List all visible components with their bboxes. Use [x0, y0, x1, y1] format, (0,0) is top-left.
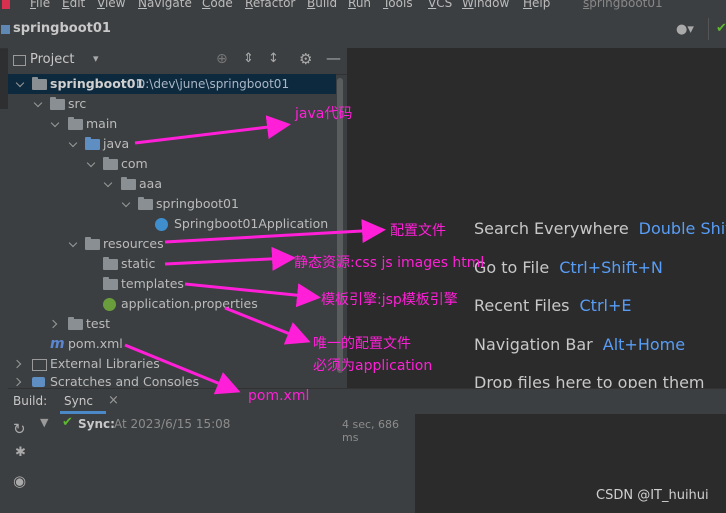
annotation-static-resources: 静态资源:css js images html — [294, 255, 485, 271]
arrow-java — [134, 115, 291, 145]
arrow-templates — [184, 282, 321, 308]
annotation-template-engine: 模板引擎:jsp模板引擎 — [321, 292, 458, 308]
arrow-static — [164, 246, 296, 271]
annotation-pom: pom.xml — [248, 388, 310, 404]
annotation-config-file: 配置文件 — [390, 223, 446, 239]
annotation-java-code: java代码 — [295, 106, 353, 122]
arrow-resources — [164, 219, 386, 244]
annotation-unique-config: 唯一的配置文件 — [313, 336, 411, 352]
arrow-properties — [224, 306, 311, 345]
annotation-must-be-application: 必须为application — [313, 358, 433, 374]
watermark: CSDN @IT_huihui — [596, 488, 709, 503]
arrow-pom — [124, 343, 241, 395]
